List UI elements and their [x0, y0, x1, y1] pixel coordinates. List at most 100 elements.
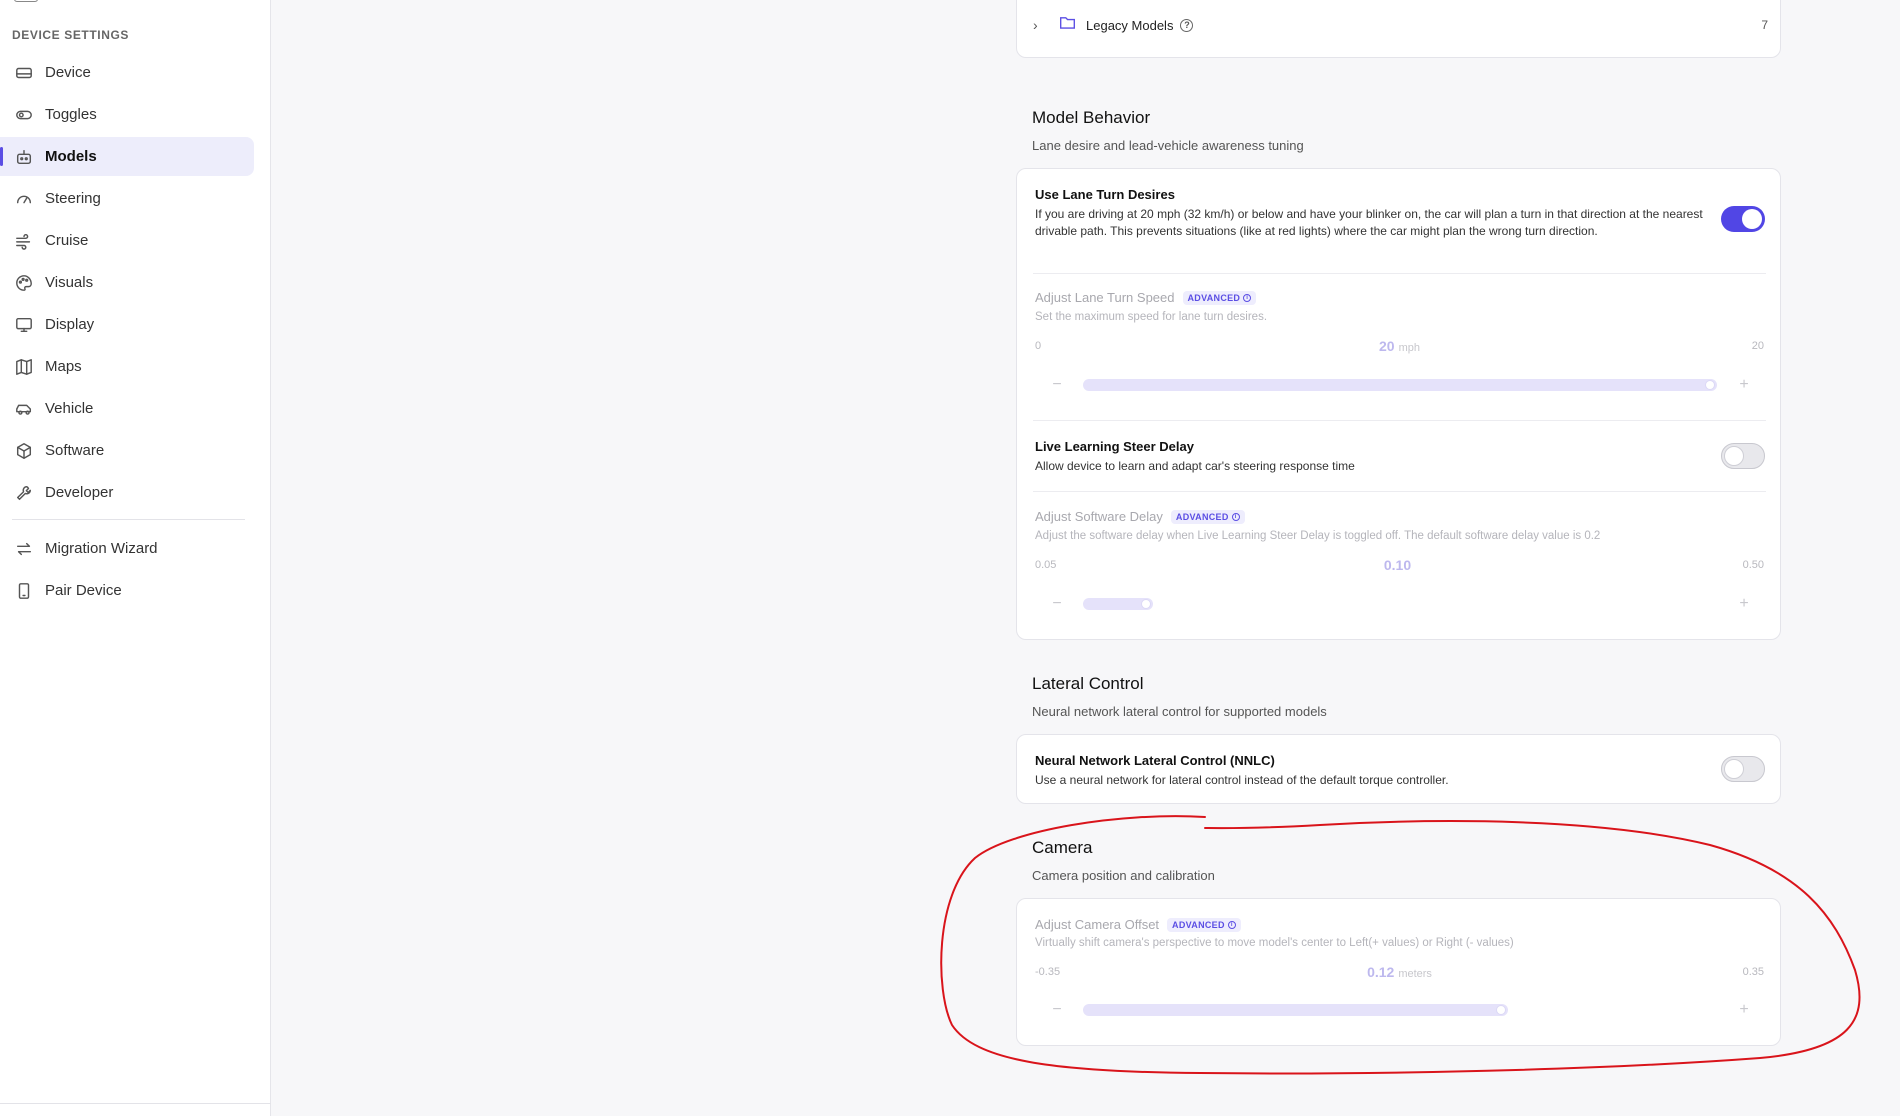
palette-icon	[14, 273, 34, 293]
wrench-icon	[14, 483, 34, 503]
map-icon	[14, 357, 34, 377]
slider-thumb[interactable]	[1496, 1005, 1506, 1015]
camera-offset-value: 0.12 meters	[1017, 964, 1782, 980]
sidebar-item-maps[interactable]: Maps	[0, 347, 254, 386]
nnlc-toggle[interactable]	[1721, 756, 1765, 782]
software-delay-title: Adjust Software Delay ADVANCED i	[1035, 509, 1245, 524]
advanced-badge-label: ADVANCED	[1187, 292, 1241, 303]
sidebar-item-label: Maps	[45, 358, 82, 375]
advanced-badge: ADVANCED i	[1170, 509, 1245, 524]
camera-offset-unit: meters	[1398, 968, 1432, 980]
slider-thumb[interactable]	[1141, 599, 1151, 609]
lane-turn-speed-title: Adjust Lane Turn Speed ADVANCED i	[1035, 290, 1257, 305]
sidebar-item-toggles[interactable]: Toggles	[0, 95, 254, 134]
divider	[1033, 273, 1766, 274]
camera-offset-number: 0.12	[1367, 964, 1395, 980]
sidebar-item-developer[interactable]: Developer	[0, 473, 254, 512]
sidebar-section-label: DEVICE SETTINGS	[12, 28, 130, 42]
nnlc-desc: Use a neural network for lateral control…	[1035, 773, 1449, 787]
model-list-card: › Legacy Models ? 7	[1016, 0, 1781, 58]
sidebar-item-label: Visuals	[45, 274, 94, 291]
chevron-right-icon[interactable]: ›	[1033, 17, 1047, 33]
lateral-control-card: Neural Network Lateral Control (NNLC) Us…	[1016, 734, 1781, 804]
software-delay-max: 0.50	[1742, 559, 1764, 571]
advanced-badge: ADVANCED i	[1182, 290, 1257, 305]
sidebar-item-migration-wizard[interactable]: Migration Wizard	[0, 529, 254, 568]
device-icon	[14, 63, 34, 83]
info-icon: i	[1227, 920, 1236, 929]
model-behavior-title: Model Behavior	[1032, 108, 1151, 127]
sidebar-item-models[interactable]: Models	[0, 137, 254, 176]
legacy-models-row[interactable]: › Legacy Models ? 7	[1033, 13, 1768, 37]
wind-icon	[14, 231, 34, 251]
live-learning-title: Live Learning Steer Delay	[1035, 439, 1194, 454]
sidebar: DEVICE SETTINGS Device Toggles Models St…	[0, 0, 271, 1116]
camera-offset-label: Adjust Camera Offset	[1035, 917, 1160, 932]
lane-turn-speed-decrement-button[interactable]: −	[1047, 376, 1067, 394]
nnlc-title: Neural Network Lateral Control (NNLC)	[1035, 753, 1275, 768]
camera-title: Camera	[1032, 838, 1093, 857]
software-delay-decrement-button[interactable]: −	[1047, 595, 1067, 613]
info-icon: i	[1231, 512, 1240, 521]
advanced-badge-label: ADVANCED	[1172, 919, 1225, 930]
sidebar-item-cruise[interactable]: Cruise	[0, 221, 254, 260]
software-delay-increment-button[interactable]: +	[1734, 595, 1754, 613]
lane-turn-speed-value: 20 mph	[1017, 338, 1782, 354]
lateral-control-title: Lateral Control	[1032, 674, 1144, 693]
robot-icon	[14, 147, 34, 167]
advanced-badge-label: ADVANCED	[1175, 511, 1229, 522]
live-learning-toggle[interactable]	[1721, 443, 1765, 469]
software-delay-desc: Adjust the software delay when Live Lear…	[1035, 530, 1601, 542]
package-icon	[14, 441, 34, 461]
sidebar-bottom-divider	[0, 1103, 271, 1104]
sidebar-item-pair-device[interactable]: Pair Device	[0, 571, 254, 610]
lane-turn-speed-slider[interactable]	[1083, 379, 1717, 391]
advanced-badge: ADVANCED i	[1167, 917, 1241, 932]
lane-turn-title: Use Lane Turn Desires	[1035, 187, 1175, 202]
legacy-models-count: 7	[1761, 18, 1768, 32]
sidebar-item-visuals[interactable]: Visuals	[0, 263, 254, 302]
lane-turn-speed-number: 20	[1379, 338, 1395, 354]
toggle-knob	[1742, 209, 1762, 229]
lane-turn-toggle[interactable]	[1721, 206, 1765, 232]
toggle-icon	[14, 105, 34, 125]
camera-card: Adjust Camera Offset ADVANCED i Virtually…	[1016, 898, 1781, 1046]
monitor-icon	[14, 315, 34, 335]
toggle-knob	[1724, 446, 1744, 466]
sidebar-item-label: Vehicle	[45, 400, 94, 417]
sidebar-item-label: Device	[45, 64, 91, 81]
camera-offset-max: 0.35	[1742, 966, 1764, 978]
camera-subtitle: Camera position and calibration	[1032, 868, 1215, 883]
sidebar-item-display[interactable]: Display	[0, 305, 254, 344]
partial-icon	[14, 0, 38, 2]
help-icon[interactable]: ?	[1180, 18, 1194, 32]
sidebar-item-device[interactable]: Device	[0, 53, 254, 92]
slider-fill	[1083, 1004, 1508, 1016]
sidebar-item-label: Pair Device	[45, 582, 122, 599]
camera-offset-decrement-button[interactable]: −	[1047, 1001, 1067, 1019]
toggle-knob	[1724, 759, 1744, 779]
software-delay-value: 0.10	[1017, 557, 1782, 573]
sidebar-item-vehicle[interactable]: Vehicle	[0, 389, 254, 428]
lateral-control-subtitle: Neural network lateral control for suppo…	[1032, 704, 1327, 719]
tablet-icon	[14, 581, 34, 601]
divider	[1033, 420, 1766, 421]
software-delay-slider[interactable]	[1083, 598, 1717, 610]
slider-thumb[interactable]	[1705, 380, 1715, 390]
sidebar-item-steering[interactable]: Steering	[0, 179, 254, 218]
lane-turn-speed-increment-button[interactable]: +	[1734, 376, 1754, 394]
software-delay-label: Adjust Software Delay	[1035, 509, 1163, 524]
camera-offset-title: Adjust Camera Offset ADVANCED i	[1035, 917, 1241, 932]
sidebar-item-label: Toggles	[45, 106, 97, 123]
camera-offset-slider[interactable]	[1083, 1004, 1717, 1016]
sidebar-item-label: Developer	[45, 484, 114, 501]
gauge-icon	[14, 189, 34, 209]
sidebar-item-label: Display	[45, 316, 95, 333]
info-icon: i	[1243, 293, 1252, 302]
folder-icon	[1059, 15, 1076, 35]
camera-offset-increment-button[interactable]: +	[1734, 1001, 1754, 1019]
sidebar-item-label: Models	[45, 148, 97, 165]
sidebar-item-software[interactable]: Software	[0, 431, 254, 470]
legacy-models-label: Legacy Models	[1086, 17, 1174, 33]
lane-turn-desc: If you are driving at 20 mph (32 km/h) o…	[1035, 207, 1703, 238]
